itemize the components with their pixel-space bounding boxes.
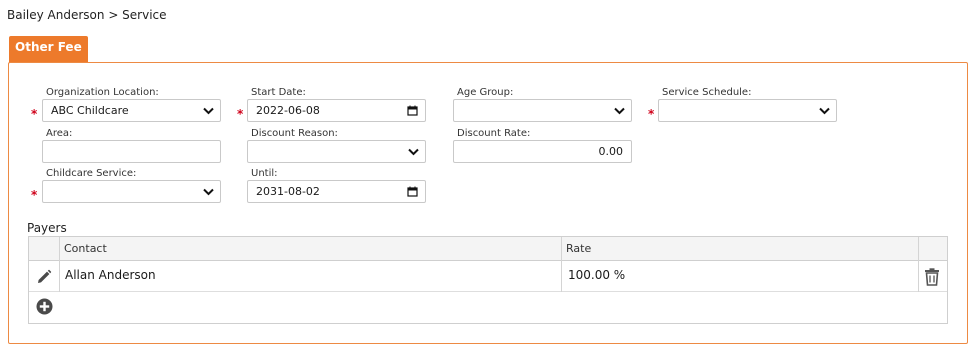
chevron-down-icon	[614, 107, 625, 115]
column-header-rate[interactable]: Rate	[566, 242, 591, 255]
organization-location-label: Organization Location:	[46, 87, 159, 98]
column-header-contact[interactable]: Contact	[64, 242, 107, 255]
until-label: Until:	[251, 168, 278, 179]
discount-rate-value: 0.00	[598, 145, 624, 158]
required-marker: *	[648, 107, 655, 121]
tab-other-fee[interactable]: Other Fee	[9, 36, 88, 63]
age-group-select[interactable]	[453, 99, 632, 122]
payers-title: Payers	[27, 221, 67, 235]
column-divider	[59, 237, 60, 261]
service-schedule-select[interactable]	[658, 99, 837, 122]
until-value: 2031-08-02	[256, 185, 320, 198]
childcare-service-select[interactable]	[42, 180, 221, 203]
chevron-down-icon	[819, 107, 830, 115]
age-group-label: Age Group:	[457, 87, 514, 98]
discount-rate-input[interactable]: 0.00	[453, 140, 632, 163]
trash-icon[interactable]	[924, 268, 940, 286]
plus-circle-icon[interactable]	[36, 298, 53, 315]
chevron-down-icon	[408, 148, 419, 156]
organization-location-select[interactable]: ABC Childcare	[42, 99, 221, 122]
column-divider	[561, 261, 562, 292]
area-input[interactable]	[42, 140, 221, 163]
required-marker: *	[31, 107, 38, 121]
column-divider	[59, 261, 60, 292]
start-date-input[interactable]: 2022-06-08	[247, 99, 426, 122]
table-row[interactable]: Allan Anderson 100.00 %	[29, 261, 947, 292]
area-label: Area:	[46, 128, 73, 139]
until-date-input[interactable]: 2031-08-02	[247, 180, 426, 203]
start-date-value: 2022-06-08	[256, 104, 320, 117]
payer-rate: 100.00 %	[568, 268, 626, 282]
column-divider	[918, 261, 919, 292]
discount-rate-label: Discount Rate:	[457, 128, 531, 139]
calendar-icon[interactable]	[407, 186, 418, 197]
organization-location-value: ABC Childcare	[51, 104, 129, 117]
column-divider	[918, 237, 919, 261]
column-divider	[561, 237, 562, 261]
breadcrumb: Bailey Anderson > Service	[7, 8, 167, 22]
pencil-icon[interactable]	[36, 269, 52, 285]
discount-reason-label: Discount Reason:	[251, 128, 338, 139]
required-marker: *	[237, 107, 244, 121]
start-date-label: Start Date:	[251, 87, 306, 98]
childcare-service-label: Childcare Service:	[46, 168, 137, 179]
service-schedule-label: Service Schedule:	[662, 87, 752, 98]
chevron-down-icon	[203, 107, 214, 115]
payers-grid: Contact Rate Allan Anderson 100.00 %	[28, 236, 948, 324]
required-marker: *	[31, 188, 38, 202]
discount-reason-select[interactable]	[247, 140, 426, 163]
chevron-down-icon	[203, 188, 214, 196]
payers-grid-header: Contact Rate	[29, 237, 947, 261]
payer-contact: Allan Anderson	[65, 268, 156, 282]
calendar-icon[interactable]	[407, 105, 418, 116]
